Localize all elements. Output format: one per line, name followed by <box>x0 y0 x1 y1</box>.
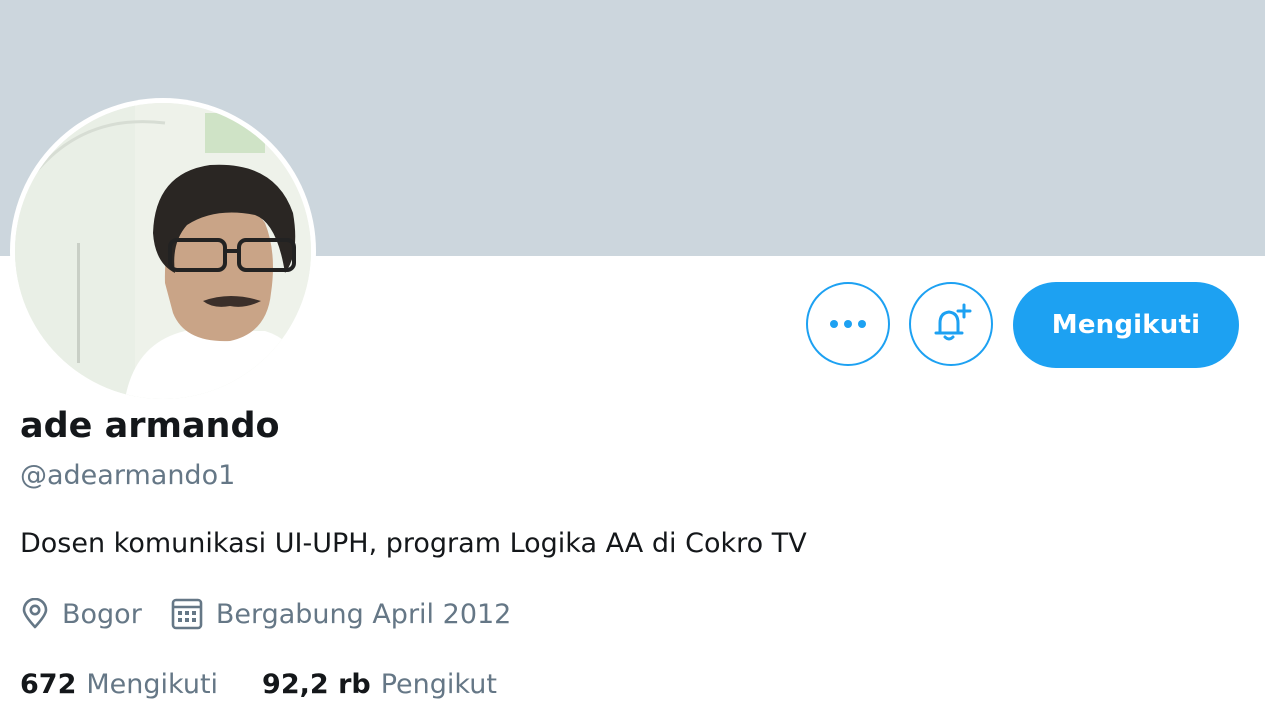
joined-item: Bergabung April 2012 <box>170 597 512 631</box>
following-button[interactable]: Mengikuti <box>1013 282 1239 368</box>
followers-label: Pengikut <box>380 668 497 700</box>
followers-stat[interactable]: 92,2 rb Pengikut <box>262 669 497 700</box>
avatar[interactable] <box>15 103 311 399</box>
more-button[interactable] <box>806 282 890 366</box>
bell-plus-icon <box>934 303 972 341</box>
location-text: Bogor <box>62 598 142 630</box>
joined-text: Bergabung April 2012 <box>215 598 512 630</box>
calendar-icon <box>170 597 204 631</box>
profile-meta: Bogor Bergabung April 2012 <box>20 594 511 634</box>
profile-name: ade armando <box>20 406 280 446</box>
profile-bio: Dosen komunikasi UI-UPH, program Logika … <box>20 528 807 559</box>
avatar-photo <box>15 103 311 399</box>
following-label: Mengikuti <box>86 668 219 700</box>
profile-handle: @adearmando1 <box>20 460 236 491</box>
avatar-border <box>10 98 316 404</box>
following-stat[interactable]: 672 Mengikuti <box>20 669 218 700</box>
followers-count: 92,2 rb <box>262 668 371 700</box>
location-item: Bogor <box>20 598 142 630</box>
notifications-button[interactable] <box>909 282 993 366</box>
more-horizontal-icon <box>830 320 866 328</box>
profile-stats: 672 Mengikuti 92,2 rb Pengikut <box>20 664 497 704</box>
following-count: 672 <box>20 668 77 700</box>
location-pin-icon <box>20 598 50 630</box>
